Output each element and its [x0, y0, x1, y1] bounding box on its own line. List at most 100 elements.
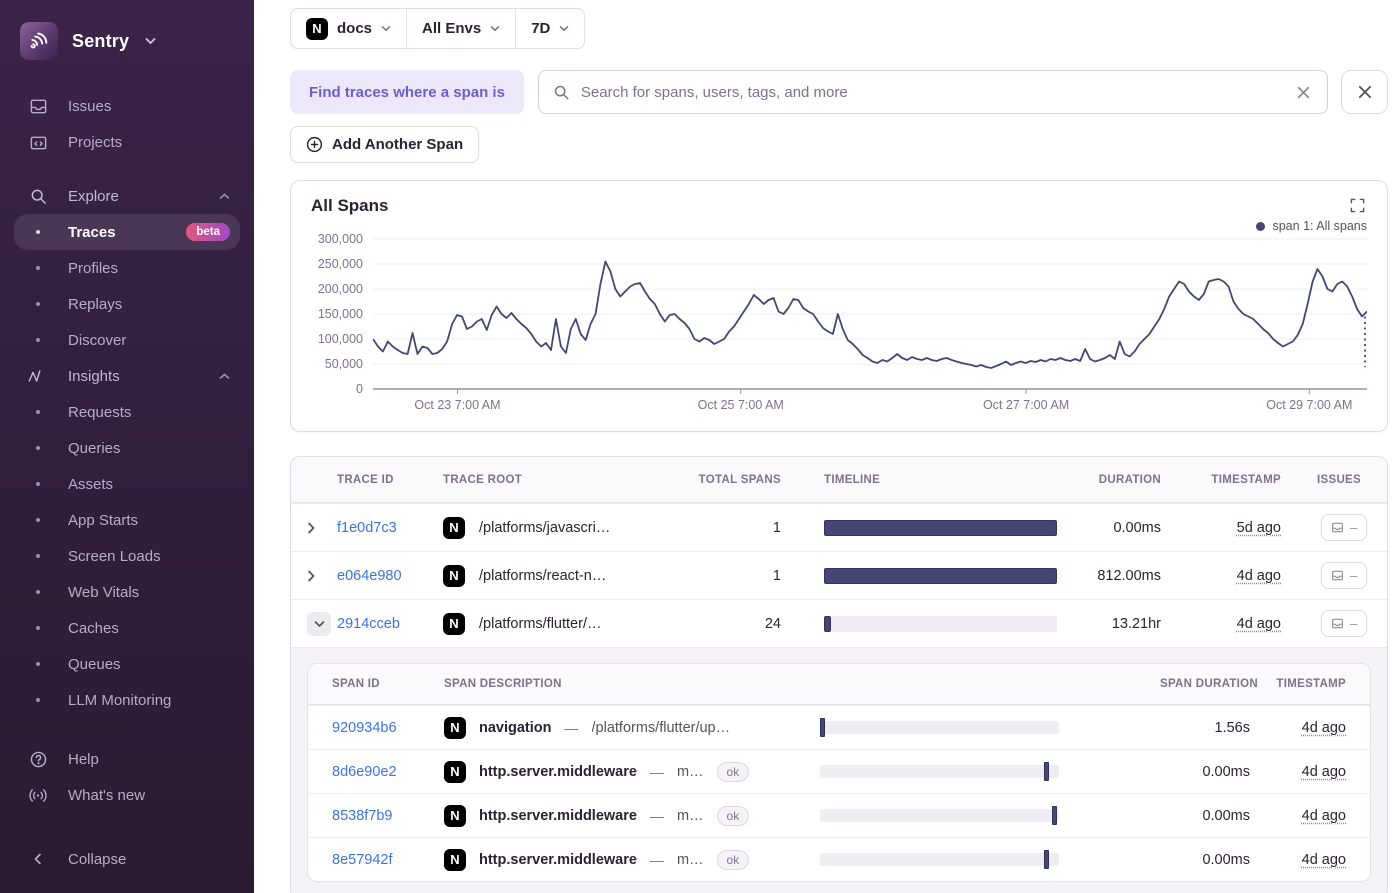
sidebar-item-requests[interactable]: Requests [14, 394, 240, 430]
sidebar-footer: Help What's new Collapse [0, 741, 254, 893]
search-icon [553, 84, 570, 101]
add-another-span-button[interactable]: Add Another Span [290, 126, 479, 163]
span-timeline-tick [820, 718, 825, 737]
issues-button[interactable]: – [1321, 514, 1367, 541]
span-description: m… [677, 808, 704, 824]
trace-row[interactable]: f1e0d7c3 N /platforms/javascri… 1 0.00ms… [291, 503, 1387, 551]
span-id-link[interactable]: 920934b6 [332, 720, 444, 736]
issues-button[interactable]: – [1321, 562, 1367, 589]
span-timeline-tick [1044, 762, 1049, 781]
span-timestamp[interactable]: 4d ago [1302, 720, 1346, 736]
chart-plot-area[interactable] [373, 235, 1367, 395]
sidebar-item-whats-new[interactable]: What's new [14, 777, 240, 813]
sidebar-section-explore[interactable]: Explore [14, 178, 240, 214]
nextjs-platform-icon: N [444, 849, 466, 871]
column-header: DURATION [1099, 474, 1169, 486]
sidebar-item-label: Queries [68, 440, 121, 457]
sidebar-item-llm-monitoring[interactable]: LLM Monitoring [14, 682, 240, 718]
expand-row-button[interactable] [307, 570, 337, 582]
span-status-badge: ok [717, 806, 750, 826]
sidebar-item-traces[interactable]: Traces beta [14, 214, 240, 250]
remove-span-filter-button[interactable] [1341, 70, 1388, 114]
add-another-span-label: Add Another Span [332, 136, 463, 153]
chart-y-axis: 300,000 250,000 200,000 150,000 100,000 … [311, 235, 373, 395]
trace-timeline-bar [824, 568, 1057, 584]
span-row[interactable]: 8538f7b9 N http.server.middleware — m… o… [308, 793, 1370, 837]
span-id-link[interactable]: 8e57942f [332, 852, 444, 868]
column-header: SPAN DESCRIPTION [444, 678, 820, 690]
sidebar-item-help[interactable]: Help [14, 741, 240, 777]
trace-row-expanded[interactable]: 2914cceb N /platforms/flutter/… 24 13.21… [291, 599, 1387, 647]
trace-duration: 812.00ms [1097, 568, 1169, 584]
column-header: TIMELINE [781, 474, 1057, 486]
span-timestamp[interactable]: 4d ago [1302, 808, 1346, 824]
chevron-down-icon [559, 25, 569, 32]
expand-row-button[interactable] [307, 522, 337, 534]
span-search-box[interactable] [538, 70, 1328, 114]
chart-x-axis: Oct 23 7:00 AM Oct 25 7:00 AM Oct 27 7:0… [373, 395, 1367, 415]
issues-icon [1331, 569, 1344, 582]
search-clear-button[interactable] [1294, 83, 1313, 102]
sidebar-item-caches[interactable]: Caches [14, 610, 240, 646]
span-table: SPAN ID SPAN DESCRIPTION SPAN DURATION T… [307, 663, 1371, 882]
project-selector[interactable]: N docs [291, 9, 406, 48]
trace-timestamp[interactable]: 4d ago [1237, 616, 1281, 632]
help-icon [26, 750, 50, 769]
trace-row[interactable]: e064e980 N /platforms/react-n… 1 812.00m… [291, 551, 1387, 599]
total-spans: 1 [773, 568, 781, 584]
sidebar-item-app-starts[interactable]: App Starts [14, 502, 240, 538]
chevron-up-icon [219, 373, 230, 380]
org-switcher[interactable]: Sentry [0, 14, 254, 66]
span-row[interactable]: 8e57942f N http.server.middleware — m… o… [308, 837, 1370, 881]
bullet-icon [26, 338, 50, 342]
insights-icon [26, 369, 50, 383]
projects-icon [26, 133, 50, 152]
sidebar-item-replays[interactable]: Replays [14, 286, 240, 322]
span-timestamp[interactable]: 4d ago [1302, 852, 1346, 868]
environment-name: All Envs [422, 20, 481, 37]
gridlines [373, 239, 1367, 364]
bullet-icon [26, 410, 50, 414]
span-id-link[interactable]: 8538f7b9 [332, 808, 444, 824]
y-tick-label: 0 [356, 382, 363, 396]
span-id-link[interactable]: 8d6e90e2 [332, 764, 444, 780]
sidebar-item-queues[interactable]: Queues [14, 646, 240, 682]
collapse-row-button[interactable] [307, 612, 331, 636]
sidebar-item-label: Traces [68, 224, 116, 241]
span-filter-row: Find traces where a span is [290, 70, 1388, 114]
trace-timestamp[interactable]: 5d ago [1237, 520, 1281, 536]
issues-button[interactable]: – [1321, 610, 1367, 637]
sidebar-item-issues[interactable]: Issues [14, 88, 240, 124]
trace-root: /platforms/react-n… [479, 568, 606, 584]
trace-timestamp[interactable]: 4d ago [1237, 568, 1281, 584]
sidebar-item-screen-loads[interactable]: Screen Loads [14, 538, 240, 574]
span-row[interactable]: 8d6e90e2 N http.server.middleware — m… o… [308, 749, 1370, 793]
sentry-app: Sentry Issues Projects Explore Traces be… [0, 0, 1400, 893]
nextjs-platform-icon: N [443, 565, 465, 587]
expand-chart-button[interactable] [1348, 196, 1367, 215]
sidebar-item-projects[interactable]: Projects [14, 124, 240, 160]
bullet-icon [26, 590, 50, 594]
span-row[interactable]: 920934b6 N navigation — /platforms/flutt… [308, 705, 1370, 749]
sidebar-item-assets[interactable]: Assets [14, 466, 240, 502]
span-timestamp[interactable]: 4d ago [1302, 764, 1346, 780]
trace-id-link[interactable]: f1e0d7c3 [337, 520, 443, 536]
sidebar-collapse-button[interactable]: Collapse [14, 841, 240, 877]
sidebar-item-discover[interactable]: Discover [14, 322, 240, 358]
separator: — [650, 852, 664, 868]
span-description: /platforms/flutter/up… [592, 720, 731, 736]
environment-selector[interactable]: All Envs [406, 9, 515, 48]
span-duration: 0.00ms [1202, 808, 1258, 824]
bullet-icon [26, 626, 50, 630]
sidebar-section-insights[interactable]: Insights [14, 358, 240, 394]
sidebar-item-profiles[interactable]: Profiles [14, 250, 240, 286]
span-search-input[interactable] [581, 84, 1283, 101]
span-description: m… [677, 764, 704, 780]
span-table-header: SPAN ID SPAN DESCRIPTION SPAN DURATION T… [308, 664, 1370, 705]
sidebar-item-web-vitals[interactable]: Web Vitals [14, 574, 240, 610]
trace-id-link[interactable]: e064e980 [337, 568, 443, 584]
span-description: m… [677, 852, 704, 868]
sidebar-item-queries[interactable]: Queries [14, 430, 240, 466]
trace-id-link[interactable]: 2914cceb [337, 616, 443, 632]
date-range-selector[interactable]: 7D [515, 9, 584, 48]
